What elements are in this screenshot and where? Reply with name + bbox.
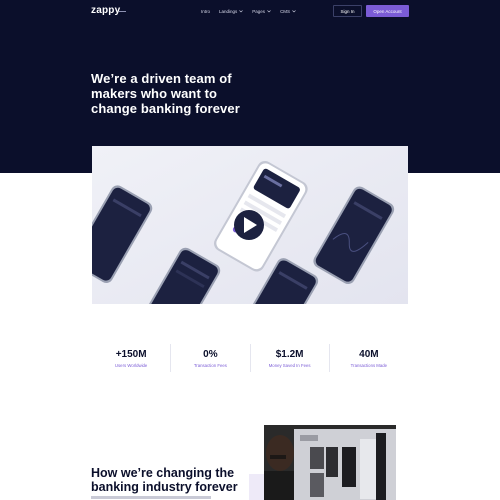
main-nav: Intro Landings Pages CMS [201,8,296,14]
stat-value: 0% [203,348,218,360]
stat-label: Transaction Fees [193,362,227,368]
nav-item-label: Landings [219,8,238,14]
section-body-placeholder [91,496,211,499]
logo-mark [119,11,126,12]
sign-in-button[interactable]: Sign In [333,5,362,17]
hero-title: We’re a driven team of makers who want t… [91,71,240,116]
chevron-down-icon [239,10,244,13]
nav-item-label: CMS [280,8,291,14]
open-account-button[interactable]: Open Account [366,5,409,17]
stat-label: Users Worldwide [114,362,148,368]
stat-label: Money Saved In Fees [268,362,311,368]
stat-label: Transactions Made [350,362,388,368]
nav-item-cms[interactable]: CMS [280,8,296,14]
stat-users: +150M Users Worldwide [92,344,172,372]
stat-fees: 0% Transaction Fees [171,344,251,372]
photo-accent [249,474,265,500]
nav-item-label: Pages [252,8,266,14]
team-photo-illustration [264,425,396,500]
section-title: How we’re changing the banking industry … [91,466,238,494]
phones-illustration [92,146,408,304]
stat-value: +150M [115,348,147,360]
stat-value: $1.2M [275,348,304,360]
nav-item-pages[interactable]: Pages [252,8,271,14]
stats-bar: +150M Users Worldwide 0% Transaction Fee… [92,344,408,372]
logo[interactable]: zappy [91,5,120,16]
nav-item-intro[interactable]: Intro [201,8,210,14]
play-icon[interactable] [234,210,264,240]
stat-money-saved: $1.2M Money Saved In Fees [251,344,330,372]
nav-item-label: Intro [201,8,211,14]
chevron-down-icon [267,10,271,13]
stat-transactions: 40M Transactions Made [330,344,408,372]
team-photo [264,425,396,500]
stat-value: 40M [359,348,379,360]
hero-phones-image [92,146,408,304]
nav-item-landings[interactable]: Landings [219,8,244,14]
chevron-down-icon [292,10,296,13]
